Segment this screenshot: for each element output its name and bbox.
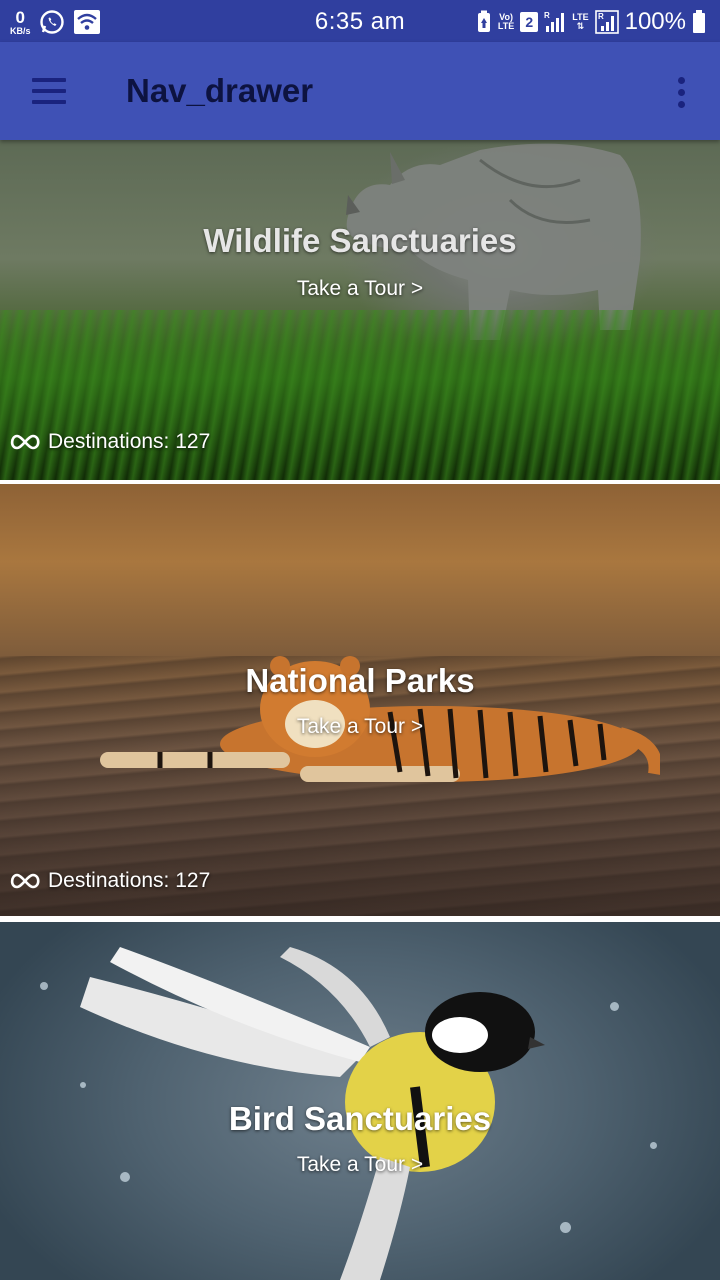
battery-icon: [693, 10, 705, 33]
bokeh-dot: [560, 1222, 571, 1233]
destinations-label: Destinations: 127: [48, 869, 211, 892]
app-title: Nav_drawer: [126, 72, 314, 109]
bokeh-dot: [650, 1142, 657, 1149]
take-tour-link[interactable]: Take a Tour >: [0, 1153, 720, 1177]
bokeh-dot: [610, 1002, 619, 1011]
battery-percent: 100%: [624, 8, 686, 35]
volte-indicator: Vo) LTE: [498, 13, 514, 31]
hamburger-menu-icon[interactable]: [22, 69, 76, 113]
svg-text:R: R: [598, 12, 604, 21]
sim-slot-badge: 2: [520, 12, 539, 32]
more-vert-icon[interactable]: [664, 72, 698, 112]
data-arrows-icon: ⇅: [576, 21, 585, 31]
bokeh-dot: [40, 982, 48, 990]
destinations-count: Destinations: 127: [8, 430, 210, 454]
signal-strength-icon: R: [544, 11, 565, 32]
take-tour-link[interactable]: Take a Tour >: [0, 715, 720, 739]
card-title: National Parks: [245, 662, 475, 699]
take-tour-link[interactable]: Take a Tour >: [0, 277, 720, 301]
card-title: Bird Sanctuaries: [228, 1100, 492, 1137]
signal-strength-roaming-icon: R: [594, 10, 619, 34]
card-bird-sanctuaries[interactable]: Bird Sanctuaries Take a Tour >: [0, 922, 720, 1280]
grass-foreground: [0, 310, 720, 480]
infinity-icon: [10, 434, 40, 450]
infinity-icon: [10, 873, 40, 889]
status-bar: 0 KB/s 6:35 am Vo) LTE 2 R LTE ⇅ R 100%: [0, 0, 720, 42]
app-bar: Nav_drawer: [0, 42, 720, 140]
destinations-label: Destinations: 127: [48, 430, 211, 453]
volte-label-bottom: LTE: [497, 21, 515, 31]
svg-text:R: R: [544, 11, 550, 20]
lte-indicator: LTE ⇅: [572, 13, 588, 31]
status-bar-right: Vo) LTE 2 R LTE ⇅ R 100%: [476, 8, 706, 36]
destinations-count: Destinations: 127: [8, 869, 210, 893]
card-national-parks[interactable]: National Parks Take a Tour > Destination…: [0, 484, 720, 916]
battery-saver-icon: [477, 10, 490, 32]
card-wildlife-sanctuaries[interactable]: Wildlife Sanctuaries Take a Tour > Desti…: [0, 140, 720, 480]
card-title: Wildlife Sanctuaries: [203, 222, 517, 259]
